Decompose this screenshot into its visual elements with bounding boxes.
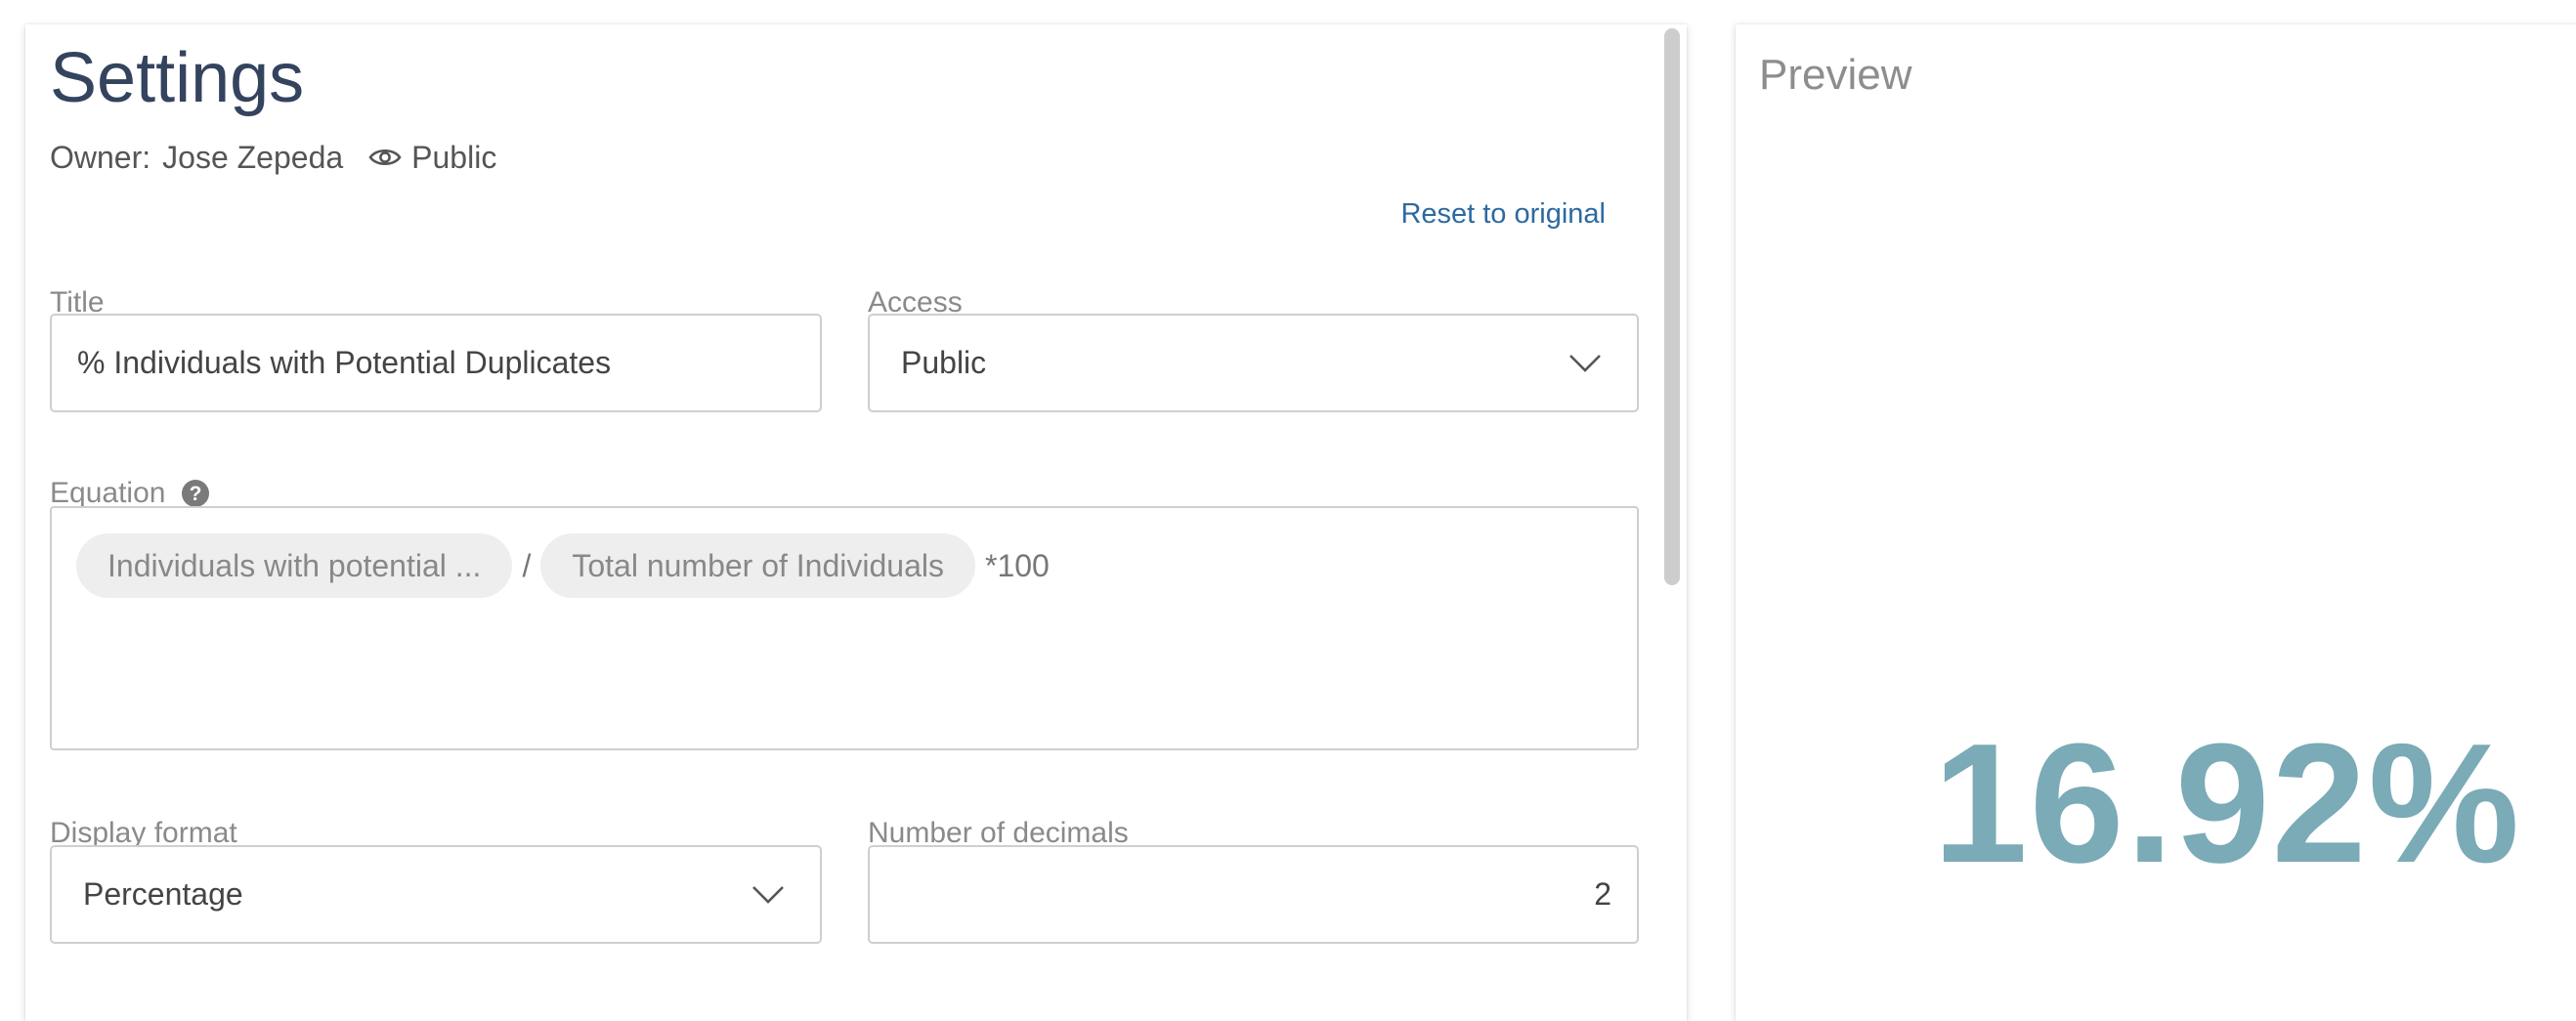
scrollbar-thumb[interactable] <box>1664 28 1680 585</box>
owner-row: Owner: Jose Zepeda Public <box>50 134 496 181</box>
chevron-down-icon <box>1569 354 1601 372</box>
preview-panel: Preview 16.92% <box>1736 24 2576 1021</box>
visibility-label: Public <box>411 139 497 175</box>
owner-label: Owner: <box>50 139 151 175</box>
equation-expression: Individuals with potential ... / Total n… <box>76 533 1059 598</box>
equation-chip[interactable]: Individuals with potential ... <box>76 533 513 598</box>
equation-chip[interactable]: Total number of Individuals <box>540 533 975 598</box>
equation-editor[interactable]: Individuals with potential ... / Total n… <box>50 506 1639 750</box>
preview-title: Preview <box>1759 51 1912 99</box>
reset-to-original-link[interactable]: Reset to original <box>1400 192 1606 235</box>
decimals-input[interactable]: 2 <box>868 845 1639 944</box>
display-format-select[interactable]: Percentage <box>50 845 822 944</box>
access-select-value: Public <box>901 345 987 380</box>
display-format-value: Percentage <box>83 876 243 912</box>
page-title: Settings <box>50 39 305 117</box>
visibility-indicator: Public <box>368 140 496 176</box>
eye-icon <box>368 149 402 166</box>
equation-suffix: *100 <box>984 547 1050 583</box>
decimals-input-value: 2 <box>1594 876 1611 912</box>
svg-text:?: ? <box>190 483 202 505</box>
title-input[interactable]: % Individuals with Potential Duplicates <box>50 314 822 412</box>
access-select[interactable]: Public <box>868 314 1639 412</box>
help-circle-icon[interactable]: ? <box>181 479 210 508</box>
metric-value: 16.92% <box>1933 707 2522 898</box>
equation-operator: / <box>522 547 532 583</box>
owner-name: Jose Zepeda <box>162 139 344 175</box>
settings-panel: Settings Owner: Jose Zepeda Public Reset… <box>25 24 1687 1021</box>
title-input-value: % Individuals with Potential Duplicates <box>77 345 612 380</box>
chevron-down-icon <box>752 885 784 904</box>
